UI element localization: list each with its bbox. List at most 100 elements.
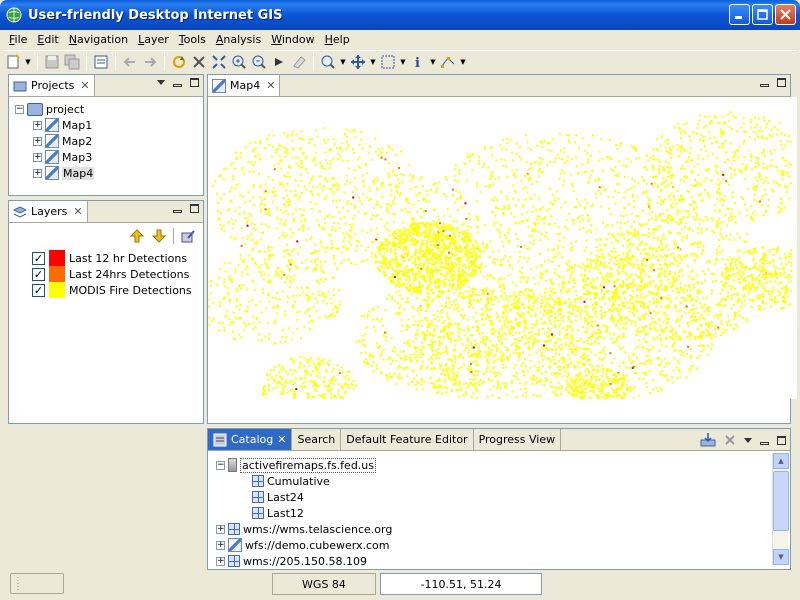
maximize-view-icon[interactable]	[190, 78, 199, 87]
back-icon[interactable]	[121, 53, 139, 71]
fire-detection-point	[686, 236, 689, 239]
close-tab-icon[interactable]: ✕	[266, 79, 275, 92]
eraser-icon[interactable]	[290, 53, 308, 71]
tab-layers[interactable]: Layers ✕	[9, 201, 88, 222]
expand-icon[interactable]: +	[33, 136, 42, 146]
fire-detection-point	[468, 370, 471, 373]
search-icon[interactable]	[319, 53, 337, 71]
select-box-icon[interactable]	[379, 53, 397, 71]
minimize-button[interactable]	[729, 4, 750, 25]
zoom-extent-icon[interactable]	[210, 53, 228, 71]
fire-detection-point	[241, 169, 244, 172]
tree-map-item-selected[interactable]: + Map4	[33, 165, 95, 181]
new-dropdown-icon[interactable]: ▼	[24, 53, 32, 71]
select-dropdown-icon[interactable]: ▼	[399, 53, 407, 71]
menu-tools[interactable]: Tools	[174, 33, 211, 46]
expand-icon[interactable]: +	[33, 120, 42, 130]
fire-detection-point	[675, 277, 678, 279]
fire-detection-point	[429, 240, 432, 243]
layer-row[interactable]: ✓ Last 12 hr Detections	[32, 250, 187, 266]
expand-icon[interactable]: +	[33, 168, 42, 178]
tab-map4[interactable]: Map4 ✕	[208, 75, 281, 96]
fire-detection-point	[668, 167, 671, 170]
fire-detection-point	[507, 231, 510, 234]
minimize-view-icon[interactable]	[760, 84, 769, 87]
tree-map-item[interactable]: + Map3	[33, 149, 92, 165]
collapse-icon[interactable]: −	[15, 104, 24, 114]
fire-detection-point	[276, 216, 279, 219]
menu-file[interactable]: File	[4, 33, 32, 46]
stop-icon[interactable]	[190, 53, 208, 71]
fire-detection-point	[738, 145, 741, 148]
close-tab-icon[interactable]: ✕	[80, 79, 89, 92]
tree-map-item[interactable]: + Map1	[33, 117, 92, 133]
layer-row[interactable]: ✓ Last 24hrs Detections	[32, 266, 189, 282]
layer-visibility-checkbox[interactable]: ✓	[32, 251, 45, 265]
fire-detection-point	[317, 193, 320, 196]
menu-layer[interactable]: Layer	[133, 33, 174, 46]
fire-detection-point	[452, 194, 455, 197]
info-icon[interactable]: i	[409, 53, 427, 71]
fire-detection-point	[647, 203, 650, 205]
tree-project-root[interactable]: − project	[15, 101, 84, 117]
search-dropdown-icon[interactable]: ▼	[339, 53, 347, 71]
fire-detection-point	[425, 291, 428, 294]
tab-projects[interactable]: Projects ✕	[9, 75, 95, 96]
maximize-view-icon[interactable]	[190, 204, 199, 213]
fire-detection-point	[289, 190, 292, 193]
minimize-view-icon[interactable]	[173, 210, 182, 213]
fire-detection-point	[309, 238, 311, 241]
move-layer-up-icon[interactable]	[129, 228, 145, 244]
fire-detection-point	[598, 159, 601, 162]
view-menu-icon[interactable]	[157, 80, 165, 85]
refresh-icon[interactable]	[170, 53, 188, 71]
zoom-out-icon[interactable]	[250, 53, 268, 71]
fire-detection-point	[562, 315, 565, 318]
close-window-button[interactable]	[775, 4, 796, 25]
forward-icon[interactable]	[141, 53, 159, 71]
info-dropdown-icon[interactable]: ▼	[429, 53, 437, 71]
properties-icon[interactable]	[92, 53, 110, 71]
close-tab-icon[interactable]: ✕	[73, 205, 82, 218]
expand-icon[interactable]: +	[33, 152, 42, 162]
fire-detection-point	[586, 340, 588, 342]
fire-detection-point	[591, 332, 594, 335]
pan-dropdown-icon[interactable]: ▼	[369, 53, 377, 71]
fire-detection-point	[252, 164, 255, 166]
map-canvas[interactable]	[208, 97, 797, 399]
move-layer-down-icon[interactable]	[151, 228, 167, 244]
save-icon[interactable]	[43, 53, 61, 71]
minimize-view-icon[interactable]	[173, 84, 182, 87]
fire-detection-point	[299, 214, 302, 217]
layer-visibility-checkbox[interactable]: ✓	[32, 267, 45, 281]
pan-icon[interactable]	[349, 53, 367, 71]
layer-edit-icon[interactable]	[180, 228, 196, 244]
next-icon[interactable]	[270, 53, 288, 71]
fire-detection-point	[451, 273, 454, 276]
menu-navigation[interactable]: Navigation	[64, 33, 133, 46]
fire-detection-point	[694, 316, 697, 318]
fire-detection-point	[536, 145, 539, 148]
tree-map-item[interactable]: + Map2	[33, 133, 92, 149]
fire-detection-point	[710, 292, 713, 295]
fire-detection-point	[375, 256, 377, 259]
menu-help[interactable]: Help	[320, 33, 355, 46]
layer-visibility-checkbox[interactable]: ✓	[32, 283, 45, 297]
maximize-view-icon[interactable]	[777, 78, 786, 87]
maximize-button[interactable]	[752, 4, 773, 25]
save-all-icon[interactable]	[63, 53, 81, 71]
fire-detection-point	[542, 206, 545, 209]
fire-detection-point	[390, 188, 393, 191]
menu-window[interactable]: Window	[266, 33, 319, 46]
menu-edit[interactable]: Edit	[32, 33, 63, 46]
edit-geometry-icon[interactable]	[439, 53, 457, 71]
layer-row[interactable]: ✓ MODIS Fire Detections	[32, 282, 192, 298]
edit-dropdown-icon[interactable]: ▼	[459, 53, 467, 71]
fire-detection-point	[222, 178, 225, 181]
fire-detections-map[interactable]	[208, 97, 794, 399]
fire-detection-point	[442, 330, 445, 332]
new-icon[interactable]	[4, 53, 22, 71]
fire-detection-point	[364, 249, 367, 252]
menu-analysis[interactable]: Analysis	[211, 33, 266, 46]
zoom-in-icon[interactable]	[230, 53, 248, 71]
